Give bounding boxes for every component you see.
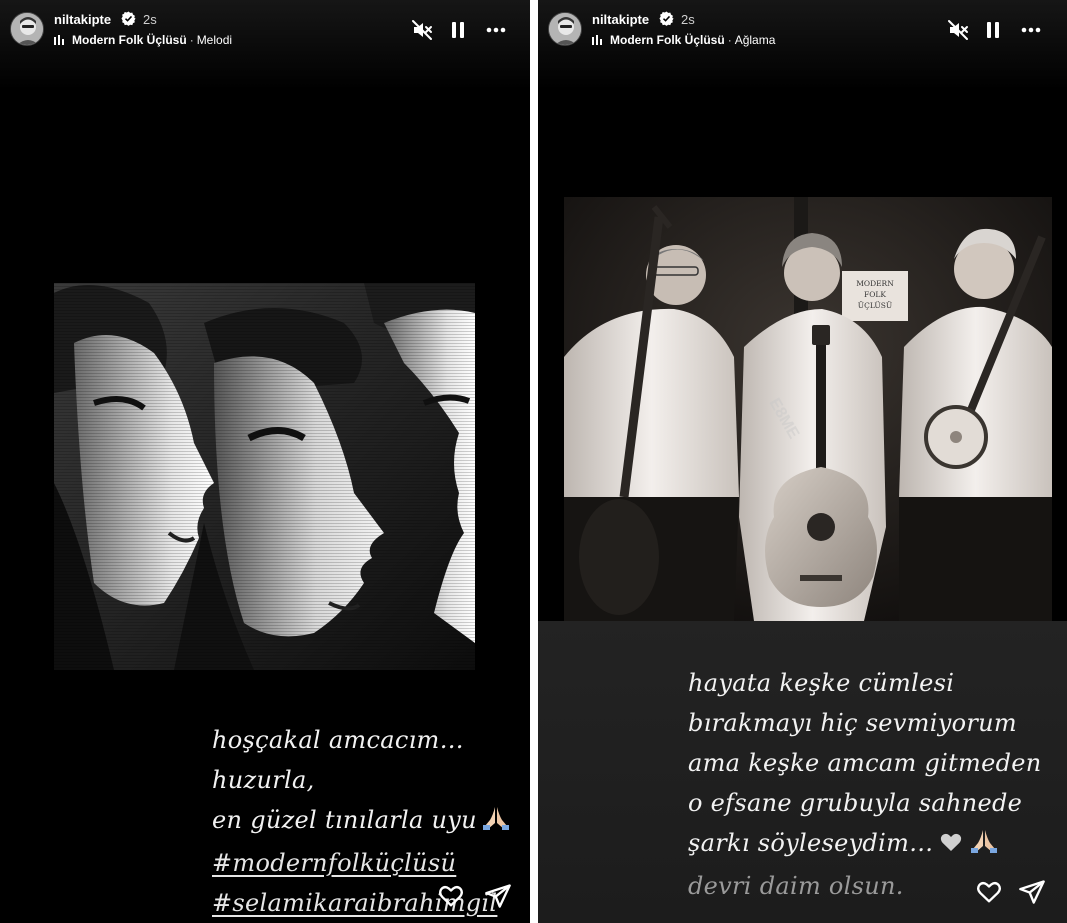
music-separator: · (189, 33, 194, 47)
verified-badge-icon (121, 11, 136, 26)
caption-line: hoşçakal amcacım… (212, 726, 464, 754)
story-photo-profiles (54, 283, 475, 670)
music-bars-icon (54, 35, 66, 45)
send-icon[interactable] (484, 882, 512, 910)
music-attribution[interactable]: Modern Folk Üçlüsü · Melodi (54, 33, 232, 47)
avatar[interactable] (10, 12, 44, 46)
music-artist: Modern Folk Üçlüsü (72, 33, 187, 47)
mute-icon[interactable] (946, 18, 970, 42)
caption-line: şarkı söyleseydim… (688, 829, 934, 857)
story-header: niltakipte 2s Modern Folk Üçlüsü · Melodi (0, 0, 530, 60)
mute-icon[interactable] (410, 18, 434, 42)
heart-icon[interactable] (975, 878, 1003, 906)
time-ago: 2s (143, 12, 157, 27)
sign-text: FOLK (864, 290, 886, 299)
verified-badge-icon (659, 11, 674, 26)
story-caption: hayata keşke cümlesi bırakmayı hiç sevmi… (688, 663, 1042, 906)
music-song: Melodi (196, 33, 233, 47)
story-right[interactable]: niltakipte 2s Modern Folk Üçlüsü · Ağlama (538, 0, 1067, 923)
avatar[interactable] (548, 12, 582, 46)
music-attribution[interactable]: Modern Folk Üçlüsü · Ağlama (592, 33, 775, 47)
sign-text: MODERN (856, 279, 894, 288)
pray-hands-icon (481, 803, 511, 843)
caption-line: bırakmayı hiç sevmiyorum (688, 709, 1017, 737)
story-left[interactable]: niltakipte 2s Modern Folk Üçlüsü · Melodi (0, 0, 530, 923)
time-ago: 2s (681, 12, 695, 27)
hashtag-link[interactable]: #modernfolküçlüsü (212, 843, 511, 883)
caption-line: ama keşke amcam gitmeden (688, 749, 1042, 777)
heart-icon[interactable] (437, 882, 465, 910)
send-icon[interactable] (1018, 878, 1046, 906)
more-options-icon[interactable] (1019, 18, 1043, 42)
story-caption: hoşçakal amcacım… huzurla, en güzel tını… (212, 720, 511, 923)
pause-icon[interactable] (446, 18, 470, 42)
caption-line: en güzel tınılarla uyu (212, 806, 477, 834)
username[interactable]: niltakipte (54, 12, 111, 27)
white-heart-icon (937, 826, 965, 866)
music-song: Ağlama (734, 33, 776, 47)
caption-line: huzurla, (212, 766, 315, 794)
pause-icon[interactable] (981, 18, 1005, 42)
sign-text: ÜÇLÜSÜ (858, 301, 892, 310)
username[interactable]: niltakipte (592, 12, 649, 27)
pray-hands-icon (969, 826, 999, 866)
hashtag-link[interactable]: #selamikaraibrahimgil (212, 883, 511, 923)
music-separator: · (727, 33, 732, 47)
story-photo-musicians: MODERN FOLK ÜÇLÜSÜ E8ME (564, 197, 1052, 621)
story-header: niltakipte 2s Modern Folk Üçlüsü · Ağlama (538, 0, 1067, 60)
more-options-icon[interactable] (484, 18, 508, 42)
music-artist: Modern Folk Üçlüsü (610, 33, 725, 47)
music-bars-icon (592, 35, 604, 45)
caption-line: hayata keşke cümlesi (688, 669, 955, 697)
caption-line: o efsane grubuyla sahnede (688, 789, 1023, 817)
